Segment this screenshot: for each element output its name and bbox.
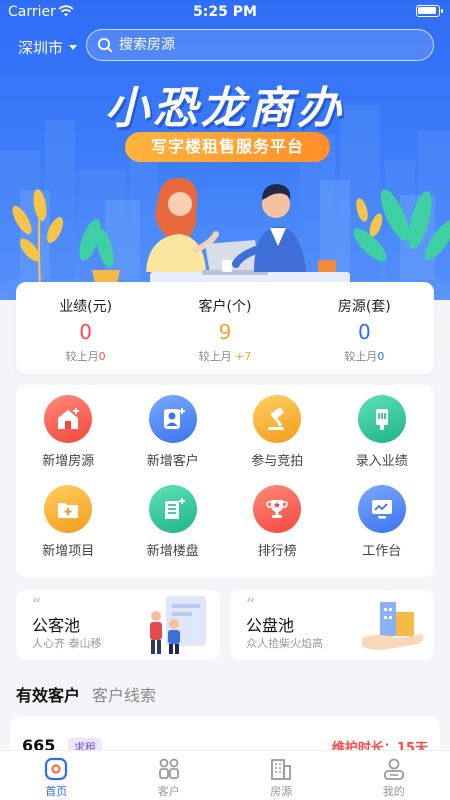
tab-customer-leads[interactable]: 客户线索 (92, 682, 156, 706)
action-label: 排行榜 (257, 544, 297, 559)
stat-listings[interactable]: 房源(套) 0 较上月0 (304, 296, 424, 374)
banner-title: 小恐龙商办 (105, 83, 345, 134)
search-icon (97, 37, 113, 53)
office-people-illustration (12, 177, 450, 290)
quote-mark-icon: “ (32, 596, 42, 612)
stat-performance[interactable]: 业绩(元) 0 较上月0 (26, 296, 146, 374)
caret-down-icon (69, 45, 78, 50)
bottom-nav: 首页 客户 房源 我的 (0, 750, 450, 800)
tab-valid-customers[interactable]: 有效客户 (16, 682, 80, 706)
nav-home[interactable]: 首页 (0, 751, 113, 800)
hero-banner: Carrier 5:25 PM 深圳市 小恐龙商办 写字楼租售服务平台 (0, 0, 450, 300)
city-label: 深圳市 (18, 39, 64, 57)
building-icon (271, 759, 292, 780)
search-input[interactable] (119, 37, 399, 53)
add-customer-icon (148, 395, 197, 443)
pool-title: 公客池 (32, 616, 81, 635)
nav-label: 首页 (45, 785, 68, 798)
stat-delta: 0 (98, 350, 106, 363)
action-add-building[interactable]: 新增楼盘 (121, 485, 226, 575)
stats-card: 业绩(元) 0 较上月0 客户(个) 9 较上月 +7 房源(套) 0 较上月0 (16, 282, 434, 374)
stat-value: 0 (79, 320, 93, 344)
stat-compare: 较上月 +7 (198, 350, 252, 363)
nav-label: 我的 (382, 785, 405, 798)
action-join-auction[interactable]: 参与竞拍 (225, 395, 330, 485)
action-label: 新增客户 (146, 454, 199, 469)
clock: 5:25 PM (193, 4, 257, 20)
pool-desc: 众人拾柴火焰高 (246, 637, 323, 650)
stat-label: 房源(套) (337, 299, 391, 315)
nav-customers[interactable]: 客户 (113, 751, 226, 800)
quote-mark-icon: “ (246, 596, 256, 612)
nav-listings[interactable]: 房源 (225, 751, 338, 800)
add-building-icon (148, 485, 197, 533)
action-label: 录入业绩 (355, 454, 408, 469)
stat-value: 9 (218, 320, 232, 344)
battery-icon (416, 5, 443, 17)
action-label: 新增项目 (42, 544, 95, 559)
stat-label: 业绩(元) (59, 299, 113, 315)
pool-title: 公盘池 (246, 616, 295, 635)
profile-icon (383, 758, 404, 780)
nav-label: 房源 (270, 785, 293, 798)
stat-value: 0 (357, 320, 371, 344)
nav-profile[interactable]: 我的 (338, 751, 450, 800)
stat-customers[interactable]: 客户(个) 9 较上月 +7 (165, 296, 285, 374)
action-label: 新增房源 (42, 454, 95, 469)
trophy-icon (253, 485, 302, 533)
home-icon (45, 757, 68, 781)
auction-hammer-icon (253, 395, 302, 443)
stat-compare: 较上月0 (344, 350, 385, 363)
nav-label: 客户 (157, 785, 180, 798)
record-performance-icon (357, 395, 406, 443)
stat-delta: 0 (377, 350, 385, 363)
team-people-illustration (150, 596, 206, 654)
action-add-listing[interactable]: 新增房源 (16, 395, 121, 485)
public-listing-pool-card[interactable]: “ 公盘池 众人拾柴火焰高 (230, 590, 434, 660)
action-add-project[interactable]: 新增项目 (16, 485, 121, 575)
search-bar[interactable] (86, 29, 434, 61)
action-workbench[interactable]: 工作台 (330, 485, 435, 575)
quick-actions-grid: 新增房源 新增客户 参与竞拍 录入业绩 新增项目 新增楼盘 排行榜 工作台 (16, 385, 434, 577)
monitor-icon (357, 485, 406, 533)
public-customer-pool-card[interactable]: “ 公客池 人心齐 泰山移 (16, 590, 220, 660)
pool-desc: 人心齐 泰山移 (32, 637, 102, 650)
stat-compare: 较上月0 (65, 350, 106, 363)
action-add-customer[interactable]: 新增客户 (121, 395, 226, 485)
stat-label: 客户(个) (198, 299, 252, 315)
stat-delta: +7 (235, 350, 252, 363)
add-project-folder-icon (44, 485, 93, 533)
building-in-hand-illustration (362, 602, 424, 650)
action-record-performance[interactable]: 录入业绩 (330, 395, 435, 485)
status-bar: Carrier 5:25 PM (0, 0, 450, 24)
add-house-icon (44, 395, 93, 443)
city-selector[interactable]: 深圳市 (18, 37, 78, 58)
action-label: 工作台 (362, 544, 402, 559)
action-leaderboard[interactable]: 排行榜 (225, 485, 330, 575)
customers-icon (158, 758, 179, 779)
action-label: 参与竞拍 (251, 454, 304, 469)
action-label: 新增楼盘 (146, 544, 199, 559)
customer-tabs: 有效客户 客户线索 (16, 682, 156, 706)
banner-subtitle: 写字楼租售服务平台 (125, 132, 330, 162)
